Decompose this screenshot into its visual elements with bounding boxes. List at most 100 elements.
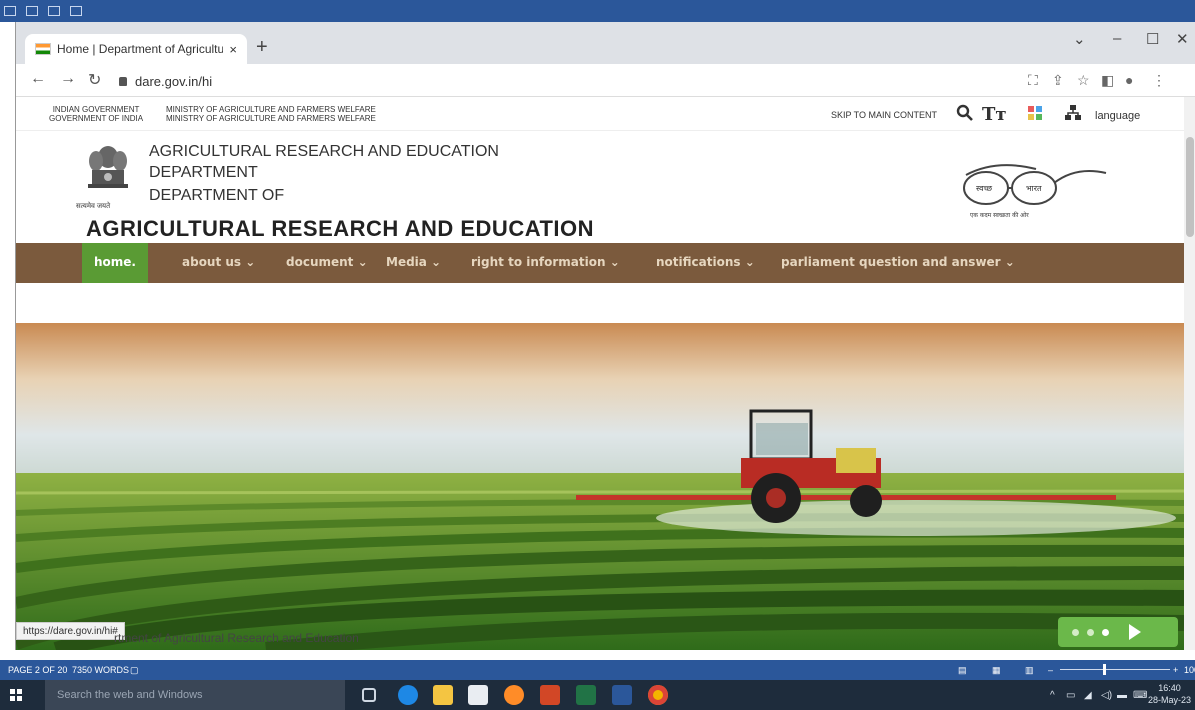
header-line3: DEPARTMENT OF [149, 187, 285, 204]
utility-bar: INDIAN GOVERNMENT GOVERNMENT OF INDIA MI… [16, 97, 1184, 131]
text-size-icon[interactable]: Tт [982, 104, 1007, 125]
site-header: सत्यमेव जयते AGRICULTURAL RESEARCH AND E… [16, 131, 1184, 243]
store-icon[interactable] [468, 685, 488, 705]
nav-parliament-qa[interactable]: parliament question and answer ⌄ [781, 255, 1015, 269]
undo-icon[interactable] [26, 6, 38, 16]
emblem-caption: सत्यमेव जयते [76, 203, 111, 210]
department-title: AGRICULTURAL RESEARCH AND EDUCATION [86, 216, 595, 241]
clock-date: 28-May-23 [1148, 695, 1192, 705]
profile-avatar-icon[interactable]: ● [1125, 72, 1133, 88]
nav-media[interactable]: Media ⌄ [386, 255, 441, 269]
menu-kebab-icon[interactable]: ⋮ [1152, 72, 1166, 89]
swachh-right-text: भारत [1026, 184, 1042, 193]
sitemap-icon[interactable] [1064, 104, 1082, 127]
taskbar-clock[interactable]: 16:40 28-May-23 [1148, 682, 1191, 706]
print-layout-icon[interactable]: ▦ [992, 665, 1001, 676]
forward-arrow-icon[interactable]: → [60, 70, 76, 88]
hero-banner [16, 323, 1184, 650]
network-icon[interactable]: ◢ [1084, 690, 1092, 701]
share-icon[interactable]: ⇪ [1052, 72, 1064, 89]
file-explorer-icon[interactable] [433, 685, 453, 705]
zoom-level[interactable]: 100% [1184, 665, 1195, 675]
redo-icon[interactable] [48, 6, 60, 16]
main-navigation: home. about us ⌄ document ⌄ Media ⌄ righ… [16, 243, 1184, 283]
tray-chevron-icon[interactable]: ^ [1050, 690, 1055, 701]
play-icon[interactable] [1129, 624, 1141, 640]
contrast-icon[interactable] [1026, 104, 1044, 127]
bookmark-star-icon[interactable]: ☆ [1077, 72, 1090, 89]
firefox-icon[interactable] [504, 685, 524, 705]
header-line2: DEPARTMENT [149, 164, 258, 181]
zoom-in-button[interactable]: + [1173, 665, 1178, 675]
windows-start-icon[interactable] [10, 689, 22, 701]
carousel-controls [1058, 617, 1178, 647]
nav-notifications[interactable]: notifications ⌄ [656, 255, 755, 269]
nav-right-to-information[interactable]: right to information ⌄ [471, 255, 620, 269]
chrome-icon[interactable] [648, 685, 668, 705]
address-bar: ← → ↻ dare.gov.in/hi ⛶ ⇪ ☆ ◧ ● ⋮ [16, 64, 1195, 97]
clock-time: 16:40 [1158, 683, 1181, 693]
word-status-bar: PAGE 2 OF 20 7350 WORDS ▢ ▤ ▦ ▥ – + 100% [0, 660, 1195, 680]
search-icon[interactable] [956, 104, 974, 127]
swachh-bharat-logo[interactable]: स्वच्छ भारत एक कदम स्वच्छता की ओर [956, 161, 1116, 221]
language-selector[interactable]: language [1095, 110, 1140, 122]
carousel-dot-1[interactable] [1072, 628, 1079, 636]
print-icon[interactable] [70, 6, 82, 16]
keyboard-icon[interactable]: ⌨ [1133, 690, 1147, 701]
banner-caption: rtment of Agricultural Research and Educ… [114, 631, 359, 645]
skip-to-main-link[interactable]: SKIP TO MAIN CONTENT [831, 110, 937, 120]
read-mode-icon[interactable]: ▤ [958, 665, 967, 676]
link-status-tooltip: https://dare.gov.in/hi# [16, 622, 125, 640]
ministry-line2: MINISTRY OF AGRICULTURE AND FARMERS WELF… [166, 114, 376, 123]
powerpoint-icon[interactable] [540, 685, 560, 705]
carousel-dot-2[interactable] [1087, 628, 1094, 636]
zoom-slider-thumb[interactable] [1103, 664, 1106, 675]
new-tab-button[interactable]: + [256, 36, 268, 59]
reload-icon[interactable]: ↻ [88, 70, 101, 90]
nav-document[interactable]: document ⌄ [286, 255, 368, 269]
save-icon[interactable] [4, 6, 16, 16]
volume-icon[interactable]: ◁) [1101, 690, 1112, 701]
tab-search-chevron-icon[interactable]: ⌄ [1073, 30, 1086, 48]
word-icon[interactable] [612, 685, 632, 705]
taskbar-search-input[interactable]: Search the web and Windows [45, 680, 345, 710]
task-view-icon[interactable] [362, 688, 376, 702]
ministry-label: MINISTRY OF AGRICULTURE AND FARMERS WELF… [166, 105, 376, 123]
swachh-tagline: एक कदम स्वच्छता की ओर [970, 211, 1029, 219]
nav-about-us[interactable]: about us ⌄ [182, 255, 255, 269]
notification-icon[interactable]: ▬ [1117, 690, 1127, 701]
scroll-thumb[interactable] [1186, 137, 1194, 237]
maximize-button[interactable]: ☐ [1146, 30, 1159, 48]
india-flag-favicon-icon [35, 43, 51, 55]
word-title-strip [0, 0, 1195, 22]
zoom-slider[interactable] [1060, 669, 1170, 670]
nav-home[interactable]: home. [82, 243, 148, 283]
zoom-out-button[interactable]: – [1048, 665, 1053, 675]
minimize-button[interactable]: – [1113, 30, 1121, 47]
battery-icon[interactable]: ▭ [1066, 690, 1075, 701]
page-count[interactable]: PAGE 2 OF 20 [8, 665, 67, 675]
web-page: INDIAN GOVERNMENT GOVERNMENT OF INDIA MI… [16, 97, 1184, 650]
translate-icon[interactable]: ⛶ [1028, 72, 1038, 89]
browser-window: Home | Department of Agricultu × + ⌄ – ☐… [15, 22, 1195, 650]
browser-tab[interactable]: Home | Department of Agricultu × [25, 34, 247, 64]
proofing-icon[interactable]: ▢ [130, 665, 139, 676]
tab-close-icon[interactable]: × [229, 42, 237, 57]
national-emblem-logo[interactable] [82, 143, 134, 201]
side-panel-icon[interactable]: ◧ [1101, 72, 1114, 89]
quick-access-toolbar [4, 2, 82, 20]
url-input[interactable]: dare.gov.in/hi [119, 69, 1019, 93]
carousel-dot-3[interactable] [1102, 628, 1109, 636]
swachh-left-text: स्वच्छ [976, 184, 993, 193]
page-scrollbar[interactable] [1184, 97, 1195, 650]
web-layout-icon[interactable]: ▥ [1025, 665, 1034, 676]
close-window-button[interactable]: ✕ [1176, 30, 1189, 48]
back-arrow-icon[interactable]: ← [30, 70, 46, 88]
tab-title: Home | Department of Agricultu [57, 42, 224, 56]
excel-icon[interactable] [576, 685, 596, 705]
header-line1: AGRICULTURAL RESEARCH AND EDUCATION [149, 143, 499, 160]
screen: Home | Department of Agricultu × + ⌄ – ☐… [0, 0, 1195, 710]
edge-browser-icon[interactable] [398, 685, 418, 705]
word-count[interactable]: 7350 WORDS [72, 665, 129, 675]
url-text: dare.gov.in/hi [135, 73, 213, 89]
